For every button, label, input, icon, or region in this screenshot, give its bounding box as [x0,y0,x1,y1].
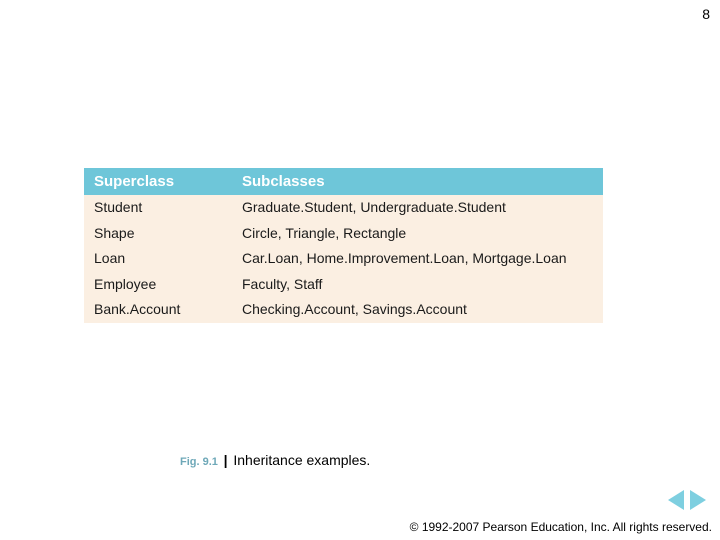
table-row: EmployeeFaculty, Staff [84,272,603,298]
cell-superclass: Bank.Account [84,297,232,323]
figure-title: Inheritance examples. [233,452,370,468]
subclass-item: Circle [242,225,278,241]
cell-superclass: Employee [84,272,232,298]
subclass-item: Undergraduate.Student [360,199,506,215]
copyright-text: © 1992-2007 Pearson Education, Inc. All … [410,520,712,534]
table-row: ShapeCircle, Triangle, Rectangle [84,221,603,247]
cell-subclasses: Car.Loan, Home.Improvement.Loan, Mortgag… [232,246,603,272]
subclass-item: Faculty [242,276,286,292]
col-header-superclass: Superclass [84,168,232,195]
subclass-item: Triangle [285,225,335,241]
nav-arrows [668,490,706,510]
subclass-item: Savings.Account [363,301,467,317]
cell-subclasses: Circle, Triangle, Rectangle [232,221,603,247]
cell-superclass: Loan [84,246,232,272]
next-slide-icon[interactable] [690,490,706,510]
subclass-item: Staff [294,276,323,292]
subclass-item: Home.Improvement.Loan [307,250,465,266]
subclass-item: Car.Loan [242,250,299,266]
caption-separator: | [222,452,230,468]
table-row: StudentGraduate.Student, Undergraduate.S… [84,195,603,221]
figure-caption: Fig. 9.1 | Inheritance examples. [180,452,370,468]
cell-subclasses: Checking.Account, Savings.Account [232,297,603,323]
col-header-subclasses: Subclasses [232,168,603,195]
inheritance-table: Superclass Subclasses StudentGraduate.St… [84,168,603,323]
cell-subclasses: Faculty, Staff [232,272,603,298]
cell-superclass: Student [84,195,232,221]
cell-superclass: Shape [84,221,232,247]
subclass-item: Checking.Account [242,301,355,317]
cell-subclasses: Graduate.Student, Undergraduate.Student [232,195,603,221]
subclass-item: Mortgage.Loan [472,250,566,266]
figure-label: Fig. 9.1 [180,456,218,468]
prev-slide-icon[interactable] [668,490,684,510]
table-header-row: Superclass Subclasses [84,168,603,195]
table-row: Bank.AccountChecking.Account, Savings.Ac… [84,297,603,323]
subclass-item: Rectangle [343,225,406,241]
subclass-item: Graduate.Student [242,199,353,215]
page-number: 8 [702,6,710,22]
table-row: LoanCar.Loan, Home.Improvement.Loan, Mor… [84,246,603,272]
